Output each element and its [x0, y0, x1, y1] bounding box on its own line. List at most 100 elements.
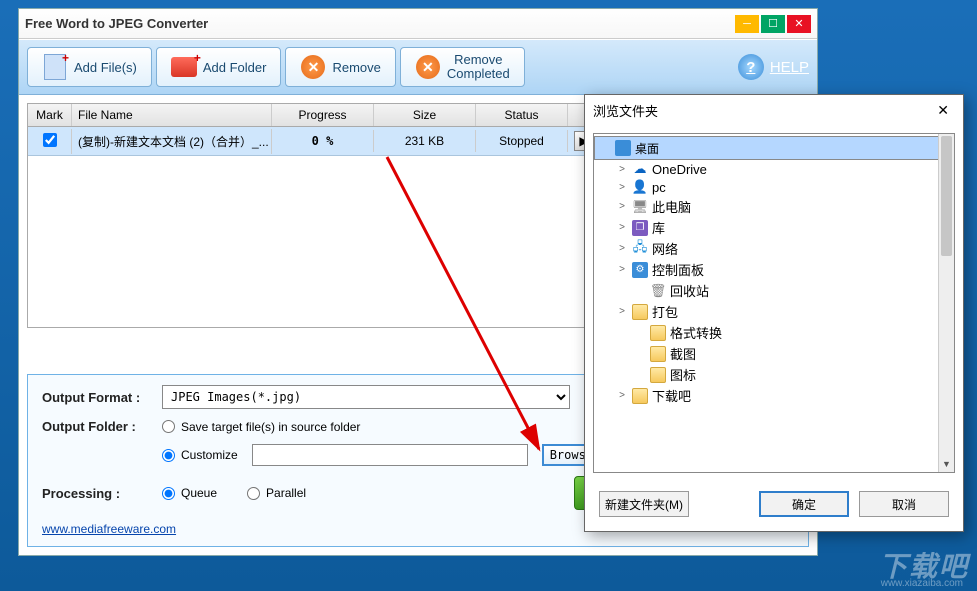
- tree-item-label: 回收站: [670, 281, 709, 300]
- toolbar: Add File(s) Add Folder ✕ Remove ✕ Remove…: [19, 39, 817, 95]
- help-icon: ?: [738, 54, 764, 80]
- header-status[interactable]: Status: [476, 104, 568, 126]
- tree-item[interactable]: > ☁ OneDrive: [594, 160, 954, 178]
- folder-icon: ⚙: [632, 262, 648, 278]
- remove-button[interactable]: ✕ Remove: [285, 47, 395, 87]
- cancel-button[interactable]: 取消: [859, 491, 949, 517]
- tree-item-label: 格式转换: [670, 323, 722, 342]
- tree-item[interactable]: > 打包: [594, 301, 954, 322]
- window-title: Free Word to JPEG Converter: [25, 16, 733, 31]
- folder-tree-container: 桌面>☁OneDrive>👤pc>🖥此电脑>❐库>🖧网络>⚙控制面板🗑回收站>打…: [593, 133, 955, 473]
- row-checkbox[interactable]: [43, 133, 57, 147]
- dialog-titlebar: 浏览文件夹 ✕: [585, 95, 963, 125]
- queue-radio[interactable]: Queue: [162, 486, 217, 500]
- header-mark[interactable]: Mark: [28, 104, 72, 126]
- remove-completed-label-1: Remove: [447, 53, 510, 67]
- add-file-label: Add File(s): [74, 60, 137, 75]
- expand-icon[interactable]: >: [616, 390, 628, 401]
- row-status: Stopped: [476, 130, 568, 152]
- add-file-button[interactable]: Add File(s): [27, 47, 152, 87]
- folder-icon: 🗑: [650, 283, 666, 299]
- dialog-title: 浏览文件夹: [593, 101, 931, 120]
- folder-icon: [632, 304, 648, 320]
- tree-item-label: 此电脑: [652, 197, 691, 216]
- tree-item-label: 库: [652, 218, 665, 237]
- tree-item[interactable]: > 🖥此电脑: [594, 196, 954, 217]
- folder-icon: [650, 346, 666, 362]
- new-folder-button[interactable]: 新建文件夹(M): [599, 491, 689, 517]
- header-progress[interactable]: Progress: [272, 104, 374, 126]
- folder-icon: [650, 367, 666, 383]
- output-format-label: Output Format :: [42, 390, 152, 405]
- tree-item-label: 网络: [652, 239, 678, 258]
- folder-icon: [632, 388, 648, 404]
- processing-label: Processing :: [42, 486, 152, 501]
- tree-item[interactable]: 图标: [594, 364, 954, 385]
- remove-completed-label-2: Completed: [447, 67, 510, 81]
- row-progress: 0 %: [272, 130, 374, 152]
- header-size[interactable]: Size: [374, 104, 476, 126]
- scroll-thumb[interactable]: [941, 136, 952, 256]
- scrollbar[interactable]: ▲ ▼: [938, 134, 954, 472]
- output-format-select[interactable]: JPEG Images(*.jpg): [162, 385, 570, 409]
- tree-item-label: 控制面板: [652, 260, 704, 279]
- folder-icon: 👤: [632, 179, 648, 195]
- dialog-close-button[interactable]: ✕: [931, 100, 955, 121]
- tree-item-label: 截图: [670, 344, 696, 363]
- expand-icon[interactable]: >: [616, 243, 628, 254]
- customize-radio[interactable]: Customize: [162, 448, 238, 462]
- remove-completed-icon: ✕: [415, 54, 441, 80]
- expand-icon[interactable]: >: [616, 264, 628, 275]
- expand-icon[interactable]: >: [616, 201, 628, 212]
- tree-item[interactable]: >👤pc: [594, 178, 954, 196]
- tree-item[interactable]: > ⚙控制面板: [594, 259, 954, 280]
- tree-item[interactable]: 格式转换: [594, 322, 954, 343]
- parallel-radio[interactable]: Parallel: [247, 486, 306, 500]
- row-file-name: (复制)-新建文本文档 (2)（合并）_...: [72, 129, 272, 154]
- folder-icon: [615, 140, 631, 156]
- folder-icon: 🖧: [632, 241, 648, 257]
- add-folder-button[interactable]: Add Folder: [156, 47, 282, 87]
- help-label: HELP: [770, 59, 809, 76]
- minimize-button[interactable]: ─: [735, 15, 759, 33]
- tree-item[interactable]: 截图: [594, 343, 954, 364]
- maximize-button[interactable]: ☐: [761, 15, 785, 33]
- folder-icon: [650, 325, 666, 341]
- expand-icon[interactable]: >: [616, 182, 628, 193]
- header-file-name[interactable]: File Name: [72, 104, 272, 126]
- dialog-buttons: 新建文件夹(M) 确定 取消: [585, 481, 963, 531]
- add-folder-label: Add Folder: [203, 60, 267, 75]
- folder-icon: ❐: [632, 220, 648, 236]
- folder-plus-icon: [171, 54, 197, 80]
- titlebar: Free Word to JPEG Converter ─ ☐ ✕: [19, 9, 817, 39]
- scroll-down-icon[interactable]: ▼: [939, 456, 954, 472]
- help-link[interactable]: ? HELP: [738, 54, 809, 80]
- output-folder-label: Output Folder :: [42, 419, 152, 434]
- website-link[interactable]: www.mediafreeware.com: [42, 522, 176, 536]
- output-folder-input[interactable]: [252, 444, 528, 466]
- folder-tree[interactable]: 桌面>☁OneDrive>👤pc>🖥此电脑>❐库>🖧网络>⚙控制面板🗑回收站>打…: [594, 134, 954, 408]
- row-size: 231 KB: [374, 130, 476, 152]
- tree-item-label: 下载吧: [652, 386, 691, 405]
- expand-icon[interactable]: >: [616, 222, 628, 233]
- browse-folder-dialog: 浏览文件夹 ✕ 桌面>☁OneDrive>👤pc>🖥此电脑>❐库>🖧网络>⚙控制…: [584, 94, 964, 532]
- tree-item[interactable]: > ❐库: [594, 217, 954, 238]
- tree-item[interactable]: > 🖧网络: [594, 238, 954, 259]
- tree-item-label: OneDrive: [652, 162, 707, 177]
- tree-item[interactable]: 桌面: [594, 136, 954, 160]
- remove-completed-button[interactable]: ✕ Remove Completed: [400, 47, 525, 87]
- tree-item[interactable]: 🗑回收站: [594, 280, 954, 301]
- tree-item-label: 打包: [652, 302, 678, 321]
- document-plus-icon: [42, 54, 68, 80]
- folder-icon: ☁: [632, 161, 648, 177]
- expand-icon[interactable]: >: [616, 306, 628, 317]
- save-in-source-radio[interactable]: Save target file(s) in source folder: [162, 420, 360, 434]
- remove-icon: ✕: [300, 54, 326, 80]
- folder-icon: 🖥: [632, 199, 648, 215]
- close-button[interactable]: ✕: [787, 15, 811, 33]
- expand-icon[interactable]: >: [616, 164, 628, 175]
- watermark-url: www.xiazaiba.com: [881, 578, 963, 589]
- remove-label: Remove: [332, 60, 380, 75]
- tree-item[interactable]: > 下载吧: [594, 385, 954, 406]
- ok-button[interactable]: 确定: [759, 491, 849, 517]
